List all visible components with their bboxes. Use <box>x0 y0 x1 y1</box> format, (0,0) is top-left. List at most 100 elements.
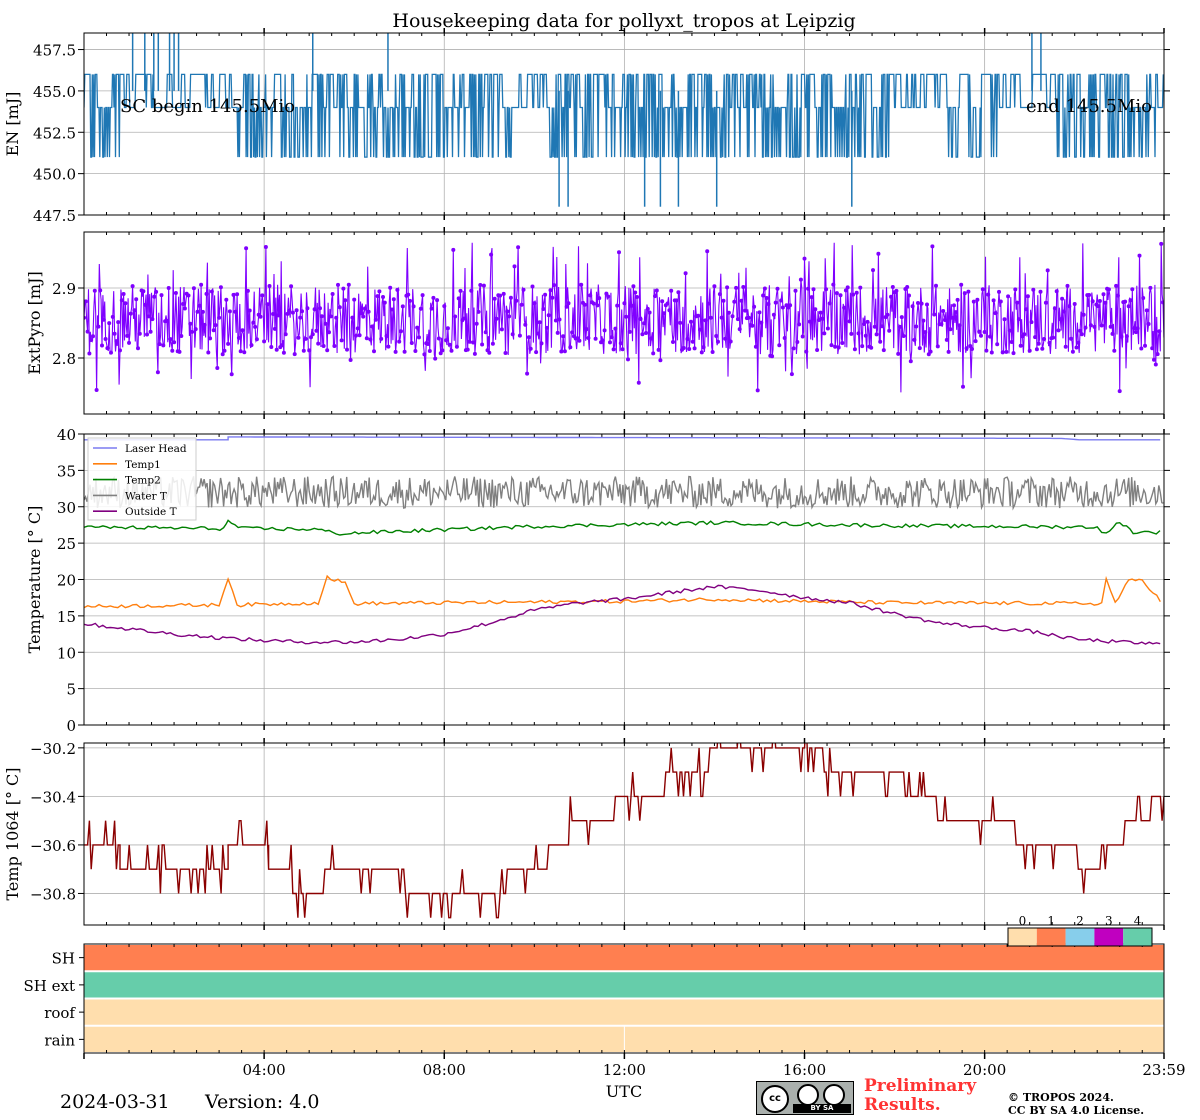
extpyro-point <box>701 345 706 350</box>
extpyro-point <box>687 347 692 351</box>
extpyro-point <box>1033 335 1038 340</box>
extpyro-point <box>440 348 445 353</box>
extpyro-point <box>199 282 204 287</box>
extpyro-point <box>980 287 985 292</box>
extpyro-point <box>674 298 679 303</box>
extpyro-point <box>871 268 875 273</box>
extpyro-point <box>851 292 856 297</box>
extpyro-point <box>537 320 542 325</box>
temp1064-ytick-label: −30.8 <box>30 885 76 903</box>
extpyro-point <box>1036 341 1041 346</box>
extpyro-point <box>334 315 339 320</box>
extpyro-point <box>274 347 279 352</box>
extpyro-point <box>519 302 524 307</box>
extpyro-point <box>676 290 681 295</box>
extpyro-point <box>1072 302 1077 306</box>
extpyro-point <box>925 302 929 307</box>
extpyro-point <box>1061 309 1066 314</box>
extpyro-point <box>469 288 474 293</box>
x-tick-label: 08:00 <box>423 1061 466 1079</box>
extpyro-point <box>977 329 982 334</box>
extpyro-point <box>379 336 384 341</box>
extpyro-point <box>840 341 845 345</box>
extpyro-point <box>204 291 209 296</box>
extpyro-point <box>195 309 200 314</box>
energy-ylabel: EN [mJ] <box>3 92 22 157</box>
extpyro-point <box>125 333 130 338</box>
extpyro-point <box>618 341 623 346</box>
extpyro-point <box>1112 348 1117 353</box>
extpyro-point <box>510 332 515 337</box>
extpyro-point <box>809 295 814 300</box>
extpyro-point <box>566 301 571 306</box>
extpyro-point <box>746 315 751 320</box>
extpyro-point <box>816 318 821 322</box>
extpyro-point <box>1115 293 1120 298</box>
extpyro-point <box>692 346 697 351</box>
extpyro-point <box>825 326 830 331</box>
footer-version: Version: 4.0 <box>205 1091 320 1113</box>
extpyro-point <box>168 337 173 342</box>
extpyro-point <box>523 322 528 327</box>
extpyro-point <box>562 349 567 354</box>
extpyro-point <box>952 303 956 308</box>
extpyro-point <box>1034 347 1039 352</box>
extpyro-point <box>984 348 989 353</box>
extpyro-point <box>132 308 137 313</box>
extpyro-point <box>290 310 295 315</box>
extpyro-point <box>696 313 701 318</box>
extpyro-point <box>386 344 391 349</box>
temperature-ytick-label: 40 <box>57 426 76 444</box>
extpyro-point <box>226 341 231 346</box>
temperature-ytick-label: 15 <box>57 608 76 626</box>
extpyro-point <box>492 296 497 301</box>
extpyro-point <box>172 340 177 345</box>
extpyro-point <box>541 307 546 311</box>
extpyro-point <box>436 336 441 341</box>
extpyro-point <box>644 331 648 335</box>
extpyro-point <box>1029 320 1034 325</box>
extpyro-point <box>354 333 358 338</box>
extpyro-point <box>247 308 252 313</box>
extpyro-point <box>213 323 218 328</box>
extpyro-point <box>734 285 739 290</box>
extpyro-point <box>454 344 459 349</box>
extpyro-point <box>1078 328 1083 333</box>
status-row-sh-ext <box>84 972 1164 998</box>
legend-label: Temp1 <box>125 459 161 471</box>
extpyro-point <box>229 372 234 377</box>
x-tick-label: 12:00 <box>603 1061 646 1079</box>
extpyro-point <box>955 297 960 302</box>
extpyro-point <box>87 351 92 356</box>
extpyro-point <box>885 312 890 317</box>
extpyro-point <box>971 299 976 304</box>
temp-legend: Laser Head Temp1 Temp2 Water T Outside T <box>87 437 197 521</box>
colorbar-tick-label: 1 <box>1047 914 1055 928</box>
annotation-begin: SC begin 145.5Mio <box>120 96 295 117</box>
extpyro-point <box>182 306 187 311</box>
extpyro-point <box>1146 322 1151 326</box>
extpyro-point <box>1099 323 1104 328</box>
extpyro-point <box>894 288 899 293</box>
extpyro-point <box>89 338 94 342</box>
extpyro-point <box>96 324 101 329</box>
extpyro-point <box>128 311 133 316</box>
extpyro-point <box>285 311 290 316</box>
extpyro-point <box>988 334 992 339</box>
extpyro-point <box>703 318 708 323</box>
extpyro-point <box>939 322 944 327</box>
extpyro-point <box>323 321 328 326</box>
extpyro-point <box>557 317 562 322</box>
extpyro-point <box>1000 350 1005 355</box>
extpyro-point <box>294 308 299 313</box>
extpyro-point <box>773 300 778 305</box>
extpyro-point <box>517 333 522 338</box>
extpyro-point <box>930 244 935 249</box>
extpyro-point <box>813 307 818 312</box>
extpyro-point <box>568 345 573 350</box>
extpyro-point <box>206 350 211 355</box>
extpyro-point <box>307 348 312 353</box>
extpyro-point <box>467 339 472 344</box>
energy-panel: 447.5 450.0 452.5 455.0 457.5 EN [mJ] SC begin… <box>3 28 1170 225</box>
extpyro-point <box>732 299 737 304</box>
